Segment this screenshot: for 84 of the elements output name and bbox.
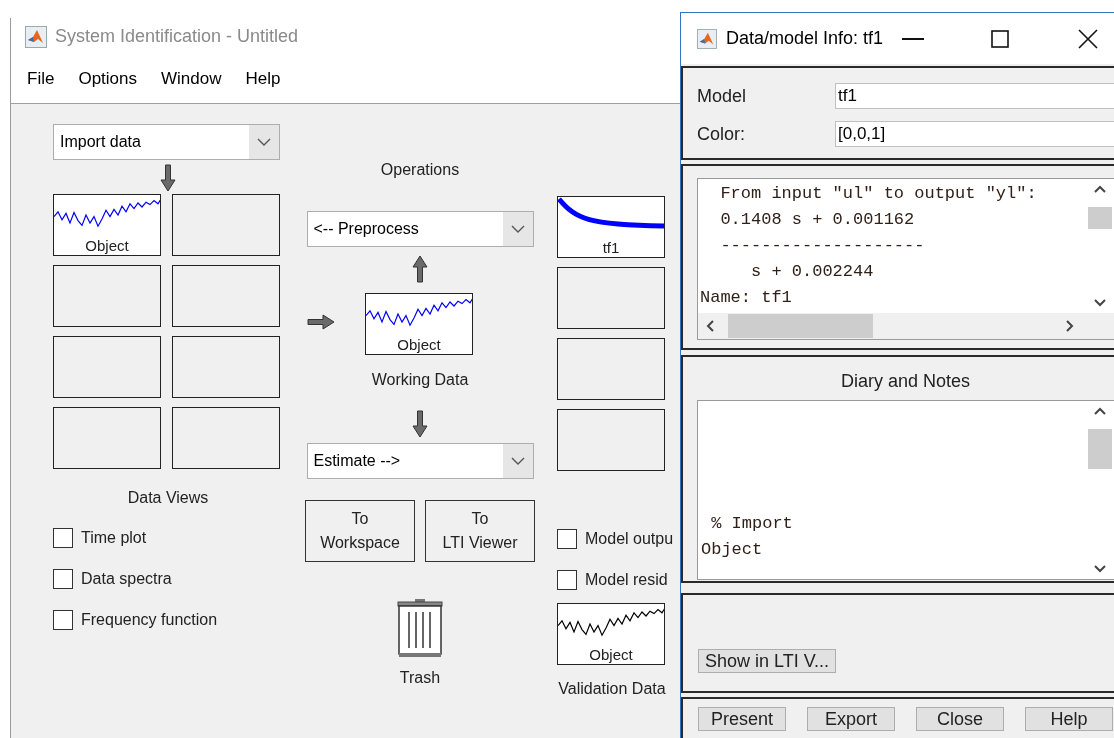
- checkbox-label: Time plot: [81, 529, 147, 547]
- board-caption: Working Data: [371, 370, 469, 390]
- code-line: From input "ul" to output "yl":: [719, 183, 1038, 205]
- empty-board[interactable]: [557, 267, 665, 329]
- app-logo-icon: [25, 25, 47, 48]
- import-dropdown[interactable]: Import data: [53, 124, 280, 160]
- empty-board[interactable]: [53, 407, 161, 469]
- section-title: Data Views: [127, 488, 209, 508]
- checkbox[interactable]: [53, 528, 73, 548]
- code-line: Name: tf1: [700, 287, 793, 309]
- trash-icon[interactable]: [397, 598, 443, 658]
- checkbox[interactable]: [557, 570, 577, 590]
- board-label: Object: [85, 237, 129, 255]
- note-line: Object: [701, 539, 764, 561]
- show-in-viewer-button[interactable]: Show in LTI V...: [698, 649, 837, 673]
- empty-board[interactable]: [172, 336, 280, 398]
- menu-item[interactable]: Options: [66, 65, 149, 93]
- estimate-dropdown[interactable]: Estimate -->: [306, 443, 534, 479]
- empty-board[interactable]: [53, 336, 161, 398]
- close-icon[interactable]: [1075, 26, 1100, 51]
- code-line: 0.1408 s + 0.001162: [719, 209, 916, 231]
- scroll-left-icon[interactable]: [706, 320, 714, 332]
- send-to-button[interactable]: To Workspace: [305, 500, 415, 562]
- scroll-down-icon[interactable]: [1094, 565, 1106, 573]
- window-title: Data/model Info: tf1: [725, 28, 883, 49]
- data-board[interactable]: Object: [53, 194, 161, 256]
- dialog-button[interactable]: Close: [916, 707, 1004, 731]
- board-label: Object: [397, 336, 441, 354]
- dialog-button[interactable]: Present: [698, 707, 786, 731]
- trash-label: Trash: [399, 668, 441, 688]
- arrow-right-icon: [307, 314, 335, 330]
- input-field[interactable]: [0,0,1]: [835, 121, 1114, 147]
- text-area[interactable]: From input "ul" to output "yl": 0.1408 s + 0.001162 -------------------- s + 0.002244 Name: tf1: [697, 178, 1114, 340]
- input-field[interactable]: tf1: [835, 83, 1114, 109]
- checkbox-label: Data spectra: [81, 570, 172, 588]
- scroll-down-icon[interactable]: [1094, 299, 1106, 307]
- menu-item[interactable]: File: [15, 65, 67, 93]
- arrow-down-icon: [160, 164, 176, 192]
- field-label: Model: [697, 85, 748, 107]
- checkbox[interactable]: [53, 610, 73, 630]
- scroll-up-icon[interactable]: [1094, 407, 1106, 415]
- app-logo-icon: [697, 27, 717, 50]
- section-title: Diary and Notes: [839, 371, 972, 392]
- field-label: Color:: [697, 123, 746, 145]
- scrollbar-thumb[interactable]: [1088, 429, 1112, 469]
- chevron-down-icon: [510, 457, 525, 465]
- menu-item[interactable]: Help: [233, 65, 293, 93]
- board-label: Object: [589, 646, 633, 664]
- empty-board[interactable]: [557, 338, 665, 400]
- chevron-down-icon: [510, 225, 525, 233]
- arrow-down-icon: [412, 410, 428, 438]
- section-title: Operations: [380, 160, 460, 180]
- arrow-up-icon: [412, 255, 428, 283]
- data-board[interactable]: Object: [557, 603, 665, 665]
- window-title: System Identification - Untitled: [55, 26, 299, 47]
- dialog-button[interactable]: Help: [1025, 707, 1113, 731]
- empty-board[interactable]: [172, 194, 280, 256]
- empty-board[interactable]: [172, 265, 280, 327]
- send-to-button[interactable]: To LTI Viewer: [425, 500, 535, 562]
- scroll-up-icon[interactable]: [1094, 185, 1106, 193]
- board-label: tf1: [602, 239, 620, 257]
- empty-board[interactable]: [172, 407, 280, 469]
- horizontal-scrollbar[interactable]: [698, 313, 1114, 339]
- checkbox-label: Model resid: [585, 571, 668, 589]
- code-line: --------------------: [719, 235, 926, 257]
- checkbox-label: Model outpu: [585, 530, 674, 548]
- checkbox-label: Frequency function: [81, 611, 218, 629]
- preprocess-dropdown[interactable]: <-- Preprocess: [306, 211, 534, 247]
- scrollbar-thumb[interactable]: [1088, 207, 1112, 229]
- code-line: s + 0.002244: [750, 261, 875, 283]
- notes-area[interactable]: % Import Object: [697, 400, 1114, 580]
- board-caption: Validation Data: [558, 679, 666, 699]
- checkbox[interactable]: [557, 529, 577, 549]
- empty-board[interactable]: [557, 409, 665, 471]
- menu-item[interactable]: Window: [149, 65, 234, 93]
- dialog-button[interactable]: Export: [807, 707, 895, 731]
- scrollbar-thumb[interactable]: [728, 314, 873, 338]
- data-board[interactable]: tf1: [557, 196, 665, 258]
- empty-board[interactable]: [53, 265, 161, 327]
- checkbox[interactable]: [53, 569, 73, 589]
- note-line: % Import: [710, 513, 794, 535]
- chevron-down-icon: [257, 138, 271, 146]
- data-board[interactable]: Object: [365, 293, 473, 355]
- scroll-right-icon[interactable]: [1066, 320, 1074, 332]
